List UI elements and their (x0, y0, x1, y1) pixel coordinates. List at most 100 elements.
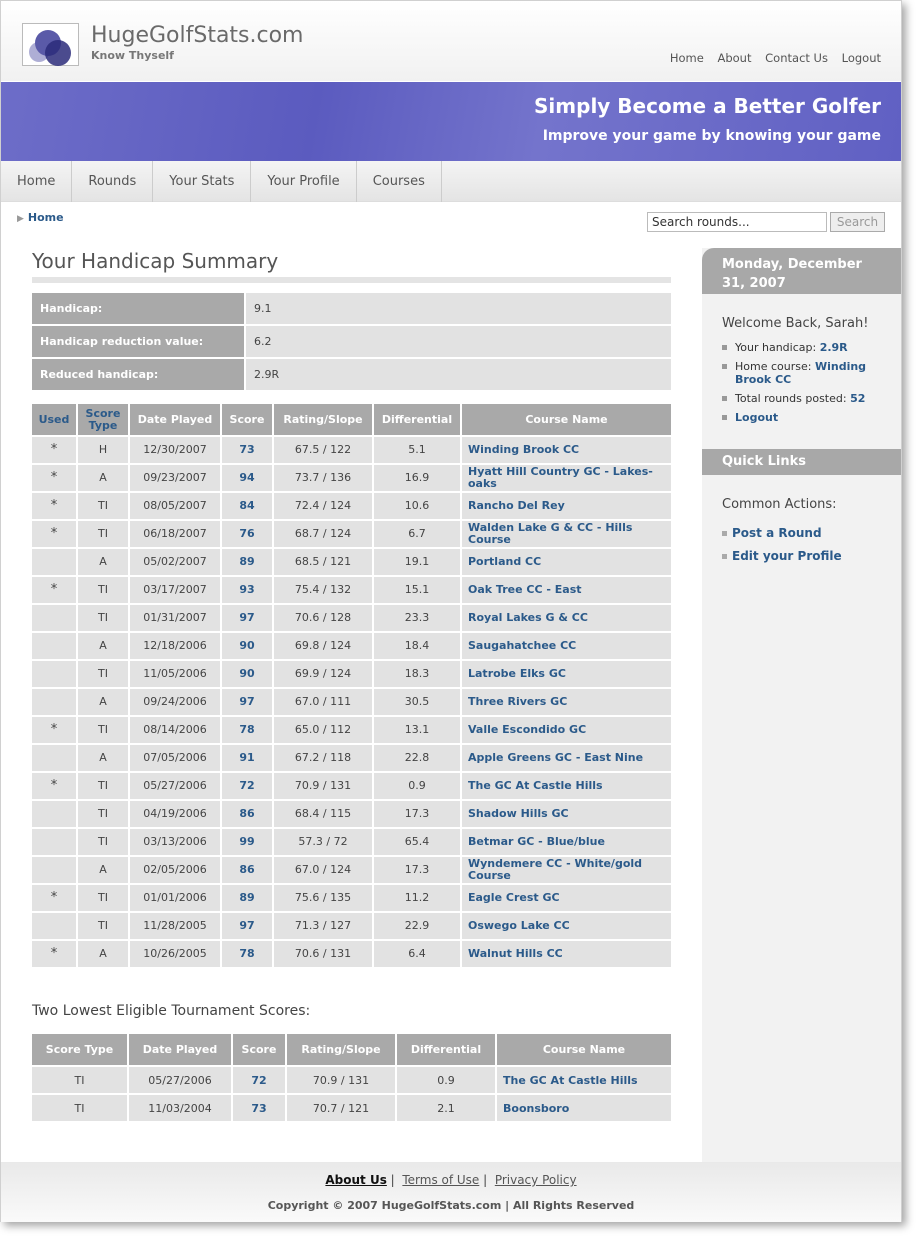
course-link[interactable]: Portland CC (462, 549, 671, 575)
course-link[interactable]: Latrobe Elks GC (462, 661, 671, 687)
course-link[interactable]: Hyatt Hill Country GC - Lakes-oaks (462, 465, 671, 491)
tab-rounds[interactable]: Rounds (72, 161, 154, 202)
differential-cell: 18.4 (374, 633, 460, 659)
course-link[interactable]: Valle Escondido GC (462, 717, 671, 743)
score-link[interactable]: 94 (222, 465, 272, 491)
rating-slope-cell: 68.7 / 124 (274, 521, 372, 547)
col-score: Score (233, 1034, 285, 1065)
score-link[interactable]: 73 (222, 437, 272, 463)
score-link[interactable]: 89 (222, 885, 272, 911)
tab-your-stats[interactable]: Your Stats (153, 161, 252, 202)
rounds-posted-label: Total rounds posted: (735, 392, 847, 405)
score-link[interactable]: 72 (222, 773, 272, 799)
col-score-type[interactable]: Score Type (78, 404, 128, 435)
course-link[interactable]: Boonsboro (497, 1095, 671, 1121)
course-link[interactable]: Oak Tree CC - East (462, 577, 671, 603)
score-link[interactable]: 97 (222, 913, 272, 939)
course-link[interactable]: Betmar GC - Blue/blue (462, 829, 671, 855)
search-input[interactable] (647, 212, 827, 232)
footer-privacy-link[interactable]: Privacy Policy (495, 1173, 577, 1187)
table-row: * TI 01/01/2006 89 75.6 / 135 11.2 Eagle Crest… (32, 885, 671, 911)
used-cell: * (32, 465, 76, 491)
top-nav-contact[interactable]: Contact Us (765, 51, 828, 65)
site-name[interactable]: HugeGolfStats.com (91, 23, 304, 48)
score-link[interactable]: 93 (222, 577, 272, 603)
rating-slope-cell: 68.5 / 121 (274, 549, 372, 575)
course-link[interactable]: Apple Greens GC - East Nine (462, 745, 671, 771)
score-link[interactable]: 84 (222, 493, 272, 519)
summary-value: 9.1 (246, 293, 671, 324)
score-link[interactable]: 99 (222, 829, 272, 855)
differential-cell: 18.3 (374, 661, 460, 687)
course-link[interactable]: The GC At Castle Hills (497, 1067, 671, 1093)
breadcrumb-home[interactable]: Home (28, 211, 64, 224)
score-type-cell: TI (78, 717, 128, 743)
score-link[interactable]: 78 (222, 717, 272, 743)
course-link[interactable]: Walden Lake G & CC - Hills Course (462, 521, 671, 547)
date-cell: 05/27/2006 (130, 773, 220, 799)
differential-cell: 6.4 (374, 941, 460, 967)
tab-home[interactable]: Home (1, 161, 73, 202)
course-link[interactable]: The GC At Castle Hills (462, 773, 671, 799)
used-cell: * (32, 521, 76, 547)
score-type-cell: A (78, 633, 128, 659)
course-link[interactable]: Oswego Lake CC (462, 913, 671, 939)
current-date: Monday, December 31, 2007 (702, 248, 901, 294)
score-link[interactable]: 86 (222, 801, 272, 827)
differential-cell: 0.9 (397, 1067, 495, 1093)
course-link[interactable]: Wyndemere CC - White/gold Course (462, 857, 671, 883)
course-link[interactable]: Saugahatchee CC (462, 633, 671, 659)
course-link[interactable]: Winding Brook CC (462, 437, 671, 463)
score-link[interactable]: 72 (233, 1067, 285, 1093)
logo-icon[interactable] (22, 23, 79, 66)
top-nav-about[interactable]: About (717, 51, 751, 65)
summary-row: Reduced handicap: 2.9R (32, 359, 671, 390)
footer-terms-link[interactable]: Terms of Use (402, 1173, 479, 1187)
course-link[interactable]: Royal Lakes G & CC (462, 605, 671, 631)
rating-slope-cell: 70.7 / 121 (287, 1095, 395, 1121)
score-link[interactable]: 90 (222, 661, 272, 687)
col-rating-slope: Rating/Slope (274, 404, 372, 435)
tournament-table: Score Type Date Played Score Rating/Slop… (30, 1032, 673, 1123)
used-cell (32, 633, 76, 659)
post-round-link[interactable]: Post a Round (732, 526, 822, 540)
top-nav-home[interactable]: Home (670, 51, 704, 65)
edit-profile-link[interactable]: Edit your Profile (732, 549, 842, 563)
score-link[interactable]: 73 (233, 1095, 285, 1121)
score-link[interactable]: 91 (222, 745, 272, 771)
sidebar-logout-link[interactable]: Logout (735, 411, 778, 424)
score-type-cell: TI (78, 521, 128, 547)
table-row: TI 03/13/2006 99 57.3 / 72 65.4 Betmar GC - B… (32, 829, 671, 855)
tab-courses[interactable]: Courses (357, 161, 442, 202)
course-link[interactable]: Walnut Hills CC (462, 941, 671, 967)
score-link[interactable]: 90 (222, 633, 272, 659)
course-link[interactable]: Three Rivers GC (462, 689, 671, 715)
rounds-table: Used Score Type Date Played Score Rating… (30, 402, 673, 969)
table-row: TI 01/31/2007 97 70.6 / 128 23.3 Royal Lakes … (32, 605, 671, 631)
used-cell: * (32, 493, 76, 519)
tab-your-profile[interactable]: Your Profile (251, 161, 357, 202)
course-link[interactable]: Shadow Hills GC (462, 801, 671, 827)
banner-headline: Simply Become a Better Golfer (534, 94, 881, 118)
score-link[interactable]: 97 (222, 689, 272, 715)
top-nav-logout[interactable]: Logout (842, 51, 881, 65)
search-button[interactable]: Search (830, 212, 885, 232)
handicap-value: 2.9R (819, 341, 848, 354)
list-item: Total rounds posted: 52 (722, 392, 881, 405)
score-link[interactable]: 86 (222, 857, 272, 883)
table-row: TI 05/27/2006 72 70.9 / 131 0.9 The GC At Cas… (32, 1067, 671, 1093)
list-item: Your handicap: 2.9R (722, 341, 881, 354)
score-link[interactable]: 76 (222, 521, 272, 547)
col-score-type: Score Type (32, 1034, 127, 1065)
course-link[interactable]: Eagle Crest GC (462, 885, 671, 911)
score-link[interactable]: 89 (222, 549, 272, 575)
score-link[interactable]: 97 (222, 605, 272, 631)
top-nav: Home About Contact Us Logout (660, 51, 881, 65)
footer-about-link[interactable]: About Us (325, 1173, 386, 1187)
table-row: A 12/18/2006 90 69.8 / 124 18.4 Saugahatchee … (32, 633, 671, 659)
col-used[interactable]: Used (32, 404, 76, 435)
date-cell: 01/31/2007 (130, 605, 220, 631)
course-link[interactable]: Rancho Del Rey (462, 493, 671, 519)
date-cell: 06/18/2007 (130, 521, 220, 547)
score-link[interactable]: 78 (222, 941, 272, 967)
